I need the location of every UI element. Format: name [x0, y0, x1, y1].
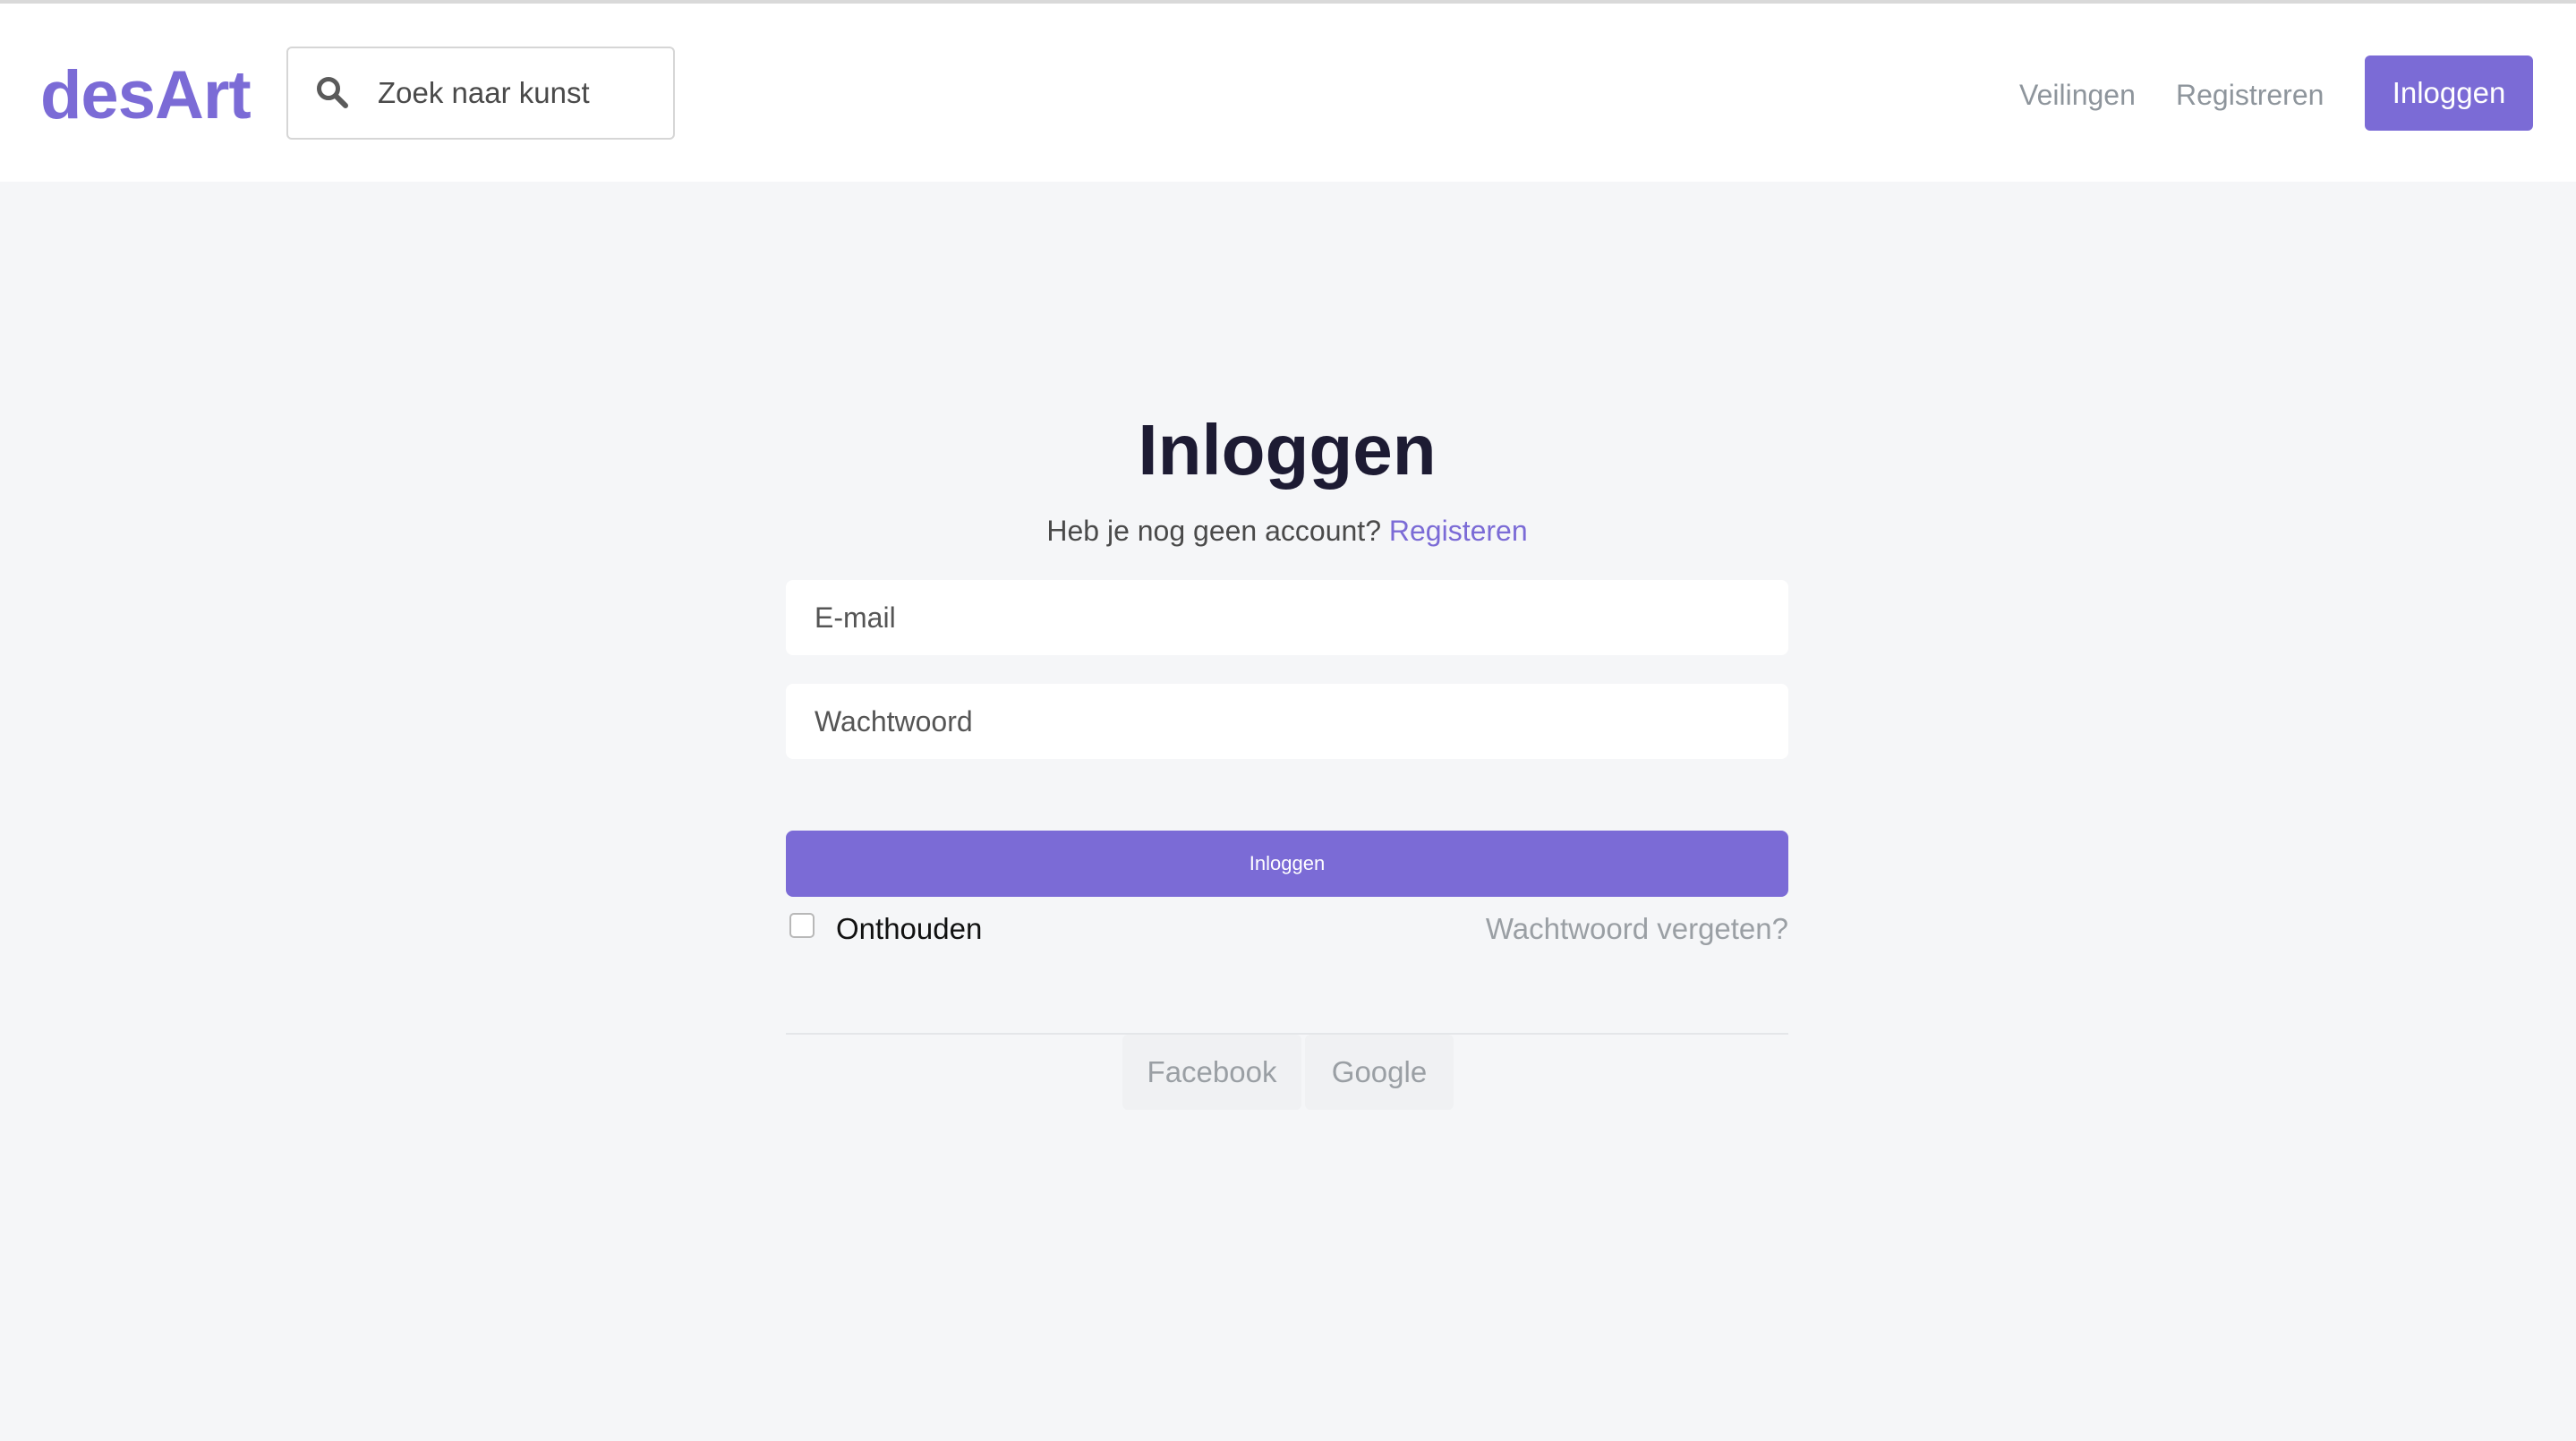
nav-link-register[interactable]: Registreren: [2176, 75, 2324, 115]
nav-link-auctions[interactable]: Veilingen: [2019, 75, 2136, 115]
remember-checkbox[interactable]: [789, 913, 815, 938]
email-field[interactable]: [786, 580, 1788, 655]
remember-label[interactable]: Onthouden: [836, 909, 982, 949]
login-submit-button[interactable]: Inloggen: [786, 831, 1788, 897]
register-link[interactable]: Registeren: [1389, 515, 1528, 547]
page-title: Inloggen: [1138, 410, 1437, 490]
nav-login-button[interactable]: Inloggen: [2365, 55, 2533, 131]
password-field[interactable]: [786, 684, 1788, 759]
google-login-button[interactable]: Google: [1305, 1035, 1454, 1110]
register-prompt: Heb je nog geen account? Registeren: [786, 508, 1788, 553]
register-prompt-text: Heb je nog geen account?: [1046, 515, 1381, 547]
facebook-login-button[interactable]: Facebook: [1122, 1035, 1301, 1110]
site-header: desArt Veilingen Registreren Inloggen: [0, 4, 2576, 182]
search-icon: [315, 75, 351, 111]
search-input[interactable]: [376, 68, 653, 118]
site-logo[interactable]: desArt: [40, 55, 252, 136]
search-box[interactable]: [286, 47, 675, 140]
forgot-password-link[interactable]: Wachtwoord vergeten?: [1486, 909, 1788, 949]
